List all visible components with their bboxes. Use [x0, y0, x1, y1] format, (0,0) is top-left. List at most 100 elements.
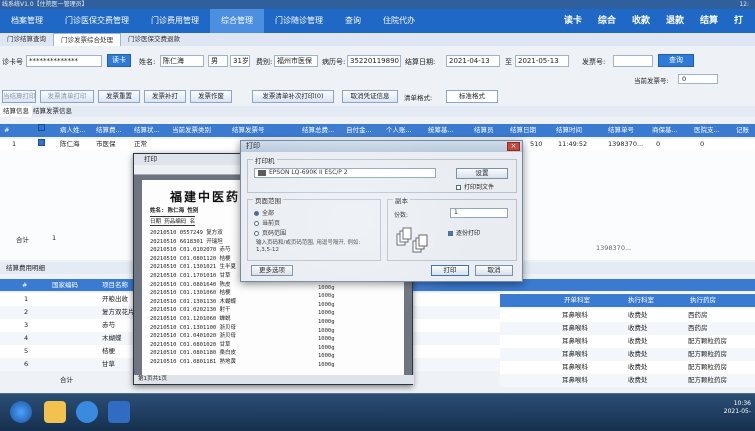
- start-button-icon[interactable]: [10, 401, 32, 423]
- range-current-radio-dot[interactable]: [254, 221, 259, 226]
- current-invoice-field[interactable]: 0: [678, 74, 718, 84]
- grid-tab-settle-info[interactable]: 结算信息: [0, 106, 32, 117]
- list-format-select[interactable]: 标准格式: [446, 90, 498, 103]
- list-item[interactable]: 耳鼻喉科 收费处 配方颗粒药房: [500, 361, 755, 374]
- range-all-radio[interactable]: 全部: [254, 208, 274, 217]
- cancel-button[interactable]: 取消: [475, 265, 513, 276]
- settle-print-button[interactable]: 当结算打印: [2, 90, 36, 103]
- print-to-file-box[interactable]: [456, 185, 461, 190]
- query-button[interactable]: 查询: [658, 54, 694, 67]
- print-button[interactable]: 打印: [431, 265, 469, 276]
- col-hospital-pay[interactable]: 医院支...: [694, 124, 720, 137]
- printer-select[interactable]: EPSON LQ-690K II ESC/P 2: [254, 168, 436, 178]
- invoice-list-reprint-button[interactable]: 发票清单补次打印(0): [252, 90, 334, 103]
- detail-row-index: 4: [24, 334, 29, 342]
- settle-action[interactable]: 结算: [692, 9, 726, 33]
- select-all-checkbox[interactable]: [38, 124, 45, 131]
- detail-col-national-code[interactable]: 国家编码: [52, 279, 78, 291]
- row-fee-type: 市医保: [96, 140, 116, 148]
- hospital-app-icon[interactable]: [108, 401, 130, 423]
- read-card-action[interactable]: 读卡: [556, 9, 590, 33]
- subtab-refund[interactable]: 门诊医保交费退款: [121, 33, 187, 46]
- nav-tab-insurance-fee[interactable]: 门诊医保交费管理: [54, 9, 140, 33]
- preview-item-amount: 1000g: [318, 327, 335, 334]
- col-commercial[interactable]: 商保基...: [652, 124, 678, 137]
- col-cashier[interactable]: 结算员: [474, 124, 494, 137]
- printer-settings-button[interactable]: 设置: [456, 168, 508, 179]
- print-dialog[interactable]: 打印 × 打印机 EPSON LQ-690K II ESC/P 2 设置 打印到…: [240, 140, 523, 282]
- copies-stepper[interactable]: 1: [450, 208, 508, 218]
- detail-col-item-name[interactable]: 项目名称: [102, 279, 128, 291]
- row-commercial: 0: [656, 140, 661, 148]
- list-item[interactable]: 耳鼻喉科 收费处 西药房: [500, 309, 755, 322]
- print-action[interactable]: 打: [726, 9, 751, 33]
- row-select-checkbox[interactable]: [38, 139, 45, 146]
- name-field[interactable]: 陈仁海: [160, 55, 204, 67]
- list-item[interactable]: 耳鼻喉科 收费处 配方颗粒药房: [500, 348, 755, 361]
- invoice-no-input[interactable]: [613, 55, 653, 67]
- col-invoice-no[interactable]: 结算发票号: [232, 124, 265, 137]
- close-icon[interactable]: ×: [507, 142, 520, 151]
- window-title: 线系统V1.0【住院医一管理员】: [2, 1, 88, 8]
- list-item[interactable]: 耳鼻喉科 收费处 配方颗粒药房: [500, 335, 755, 348]
- read-card-button[interactable]: 读卡: [107, 54, 131, 67]
- col-fund[interactable]: 统筹基...: [428, 124, 454, 137]
- more-options-button[interactable]: 更多选项: [251, 265, 293, 276]
- card-number-input[interactable]: **************: [26, 55, 102, 67]
- browser-icon[interactable]: [76, 401, 98, 423]
- col-invoice-type[interactable]: 当前发票类别: [172, 124, 211, 137]
- preview-item-line: 20210510 6618301 开瑞坦: [150, 238, 223, 245]
- subtab-invoice-processing[interactable]: 门诊发票综合处理: [53, 33, 121, 46]
- nav-tab-query[interactable]: 查询: [334, 9, 372, 33]
- printer-name: EPSON LQ-690K II ESC/P 2: [269, 169, 348, 176]
- nav-tab-fee-management[interactable]: 门诊费用管理: [140, 9, 210, 33]
- refund-action[interactable]: 退款: [658, 9, 692, 33]
- invoice-reset-button[interactable]: 发票重置: [98, 90, 140, 103]
- col-fee-type[interactable]: 结算费...: [96, 124, 122, 137]
- invoice-reprint-button[interactable]: 发票补打: [144, 90, 186, 103]
- date-from-input[interactable]: 2021-04-13: [446, 55, 500, 67]
- invoice-void-button[interactable]: 发票作废: [190, 90, 232, 103]
- collect-action[interactable]: 收款: [624, 9, 658, 33]
- col-patient-name[interactable]: 病人姓...: [60, 124, 86, 137]
- range-all-radio-dot[interactable]: [254, 211, 259, 216]
- col-settle-date[interactable]: 结算日期: [510, 124, 536, 137]
- nav-tab-comprehensive[interactable]: 综合管理: [210, 9, 264, 33]
- range-current-radio[interactable]: 当前页: [254, 218, 280, 227]
- detail-col-open-dept[interactable]: 开单科室: [564, 294, 590, 307]
- col-status[interactable]: 结算状...: [134, 124, 160, 137]
- list-item[interactable]: 耳鼻喉科 收费处 配方颗粒药房: [500, 374, 755, 387]
- case-no-field[interactable]: 35220119890: [347, 55, 401, 67]
- col-personal-account[interactable]: 个人账...: [386, 124, 412, 137]
- comprehensive-action[interactable]: 综合: [590, 9, 624, 33]
- date-to-input[interactable]: 2021-05-13: [515, 55, 569, 67]
- list-item[interactable]: 耳鼻喉科 收费处 西药房: [500, 322, 755, 335]
- collate-checkbox[interactable]: 逐份打印: [448, 228, 480, 237]
- detail-pharmacy: 配方颗粒药房: [688, 337, 727, 345]
- col-self-pay[interactable]: 自付金...: [346, 124, 372, 137]
- taskbar: 10:36 2021-05-: [0, 393, 755, 431]
- sex-field[interactable]: 男: [208, 55, 228, 67]
- nav-tab-inpatient[interactable]: 住院代办: [372, 9, 426, 33]
- subtab-settlement-query[interactable]: 门诊结算查询: [0, 33, 53, 46]
- collate-box[interactable]: [448, 231, 453, 236]
- col-total[interactable]: 结算总费...: [302, 124, 334, 137]
- range-pages-radio-dot[interactable]: [254, 231, 259, 236]
- print-to-file-checkbox[interactable]: 打印到文件: [456, 182, 494, 191]
- age-field[interactable]: 31岁: [230, 55, 250, 67]
- nav-tab-followup[interactable]: 门诊随诊管理: [264, 9, 334, 33]
- grid-tab-invoice-info[interactable]: 结算发票信息: [30, 106, 75, 117]
- system-tray-clock[interactable]: 10:36 2021-05-: [724, 400, 751, 416]
- col-account[interactable]: 记账: [736, 124, 749, 137]
- range-pages-radio[interactable]: 页码范围: [254, 228, 286, 237]
- detail-col-exec-dept[interactable]: 执行科室: [628, 294, 654, 307]
- detail-col-pharmacy[interactable]: 执行药房: [690, 294, 716, 307]
- fee-type-field[interactable]: 福州市医保: [274, 55, 318, 67]
- file-explorer-icon[interactable]: [44, 401, 66, 423]
- col-settle-time[interactable]: 结算时间: [556, 124, 582, 137]
- cancel-voucher-button[interactable]: 取消凭证信息: [342, 90, 398, 103]
- invoice-list-print-button[interactable]: 发票清单打印: [40, 90, 94, 103]
- detail-col-index: #: [22, 281, 28, 289]
- col-settle-bill[interactable]: 结算单号: [608, 124, 634, 137]
- nav-tab-archive[interactable]: 档案管理: [0, 9, 54, 33]
